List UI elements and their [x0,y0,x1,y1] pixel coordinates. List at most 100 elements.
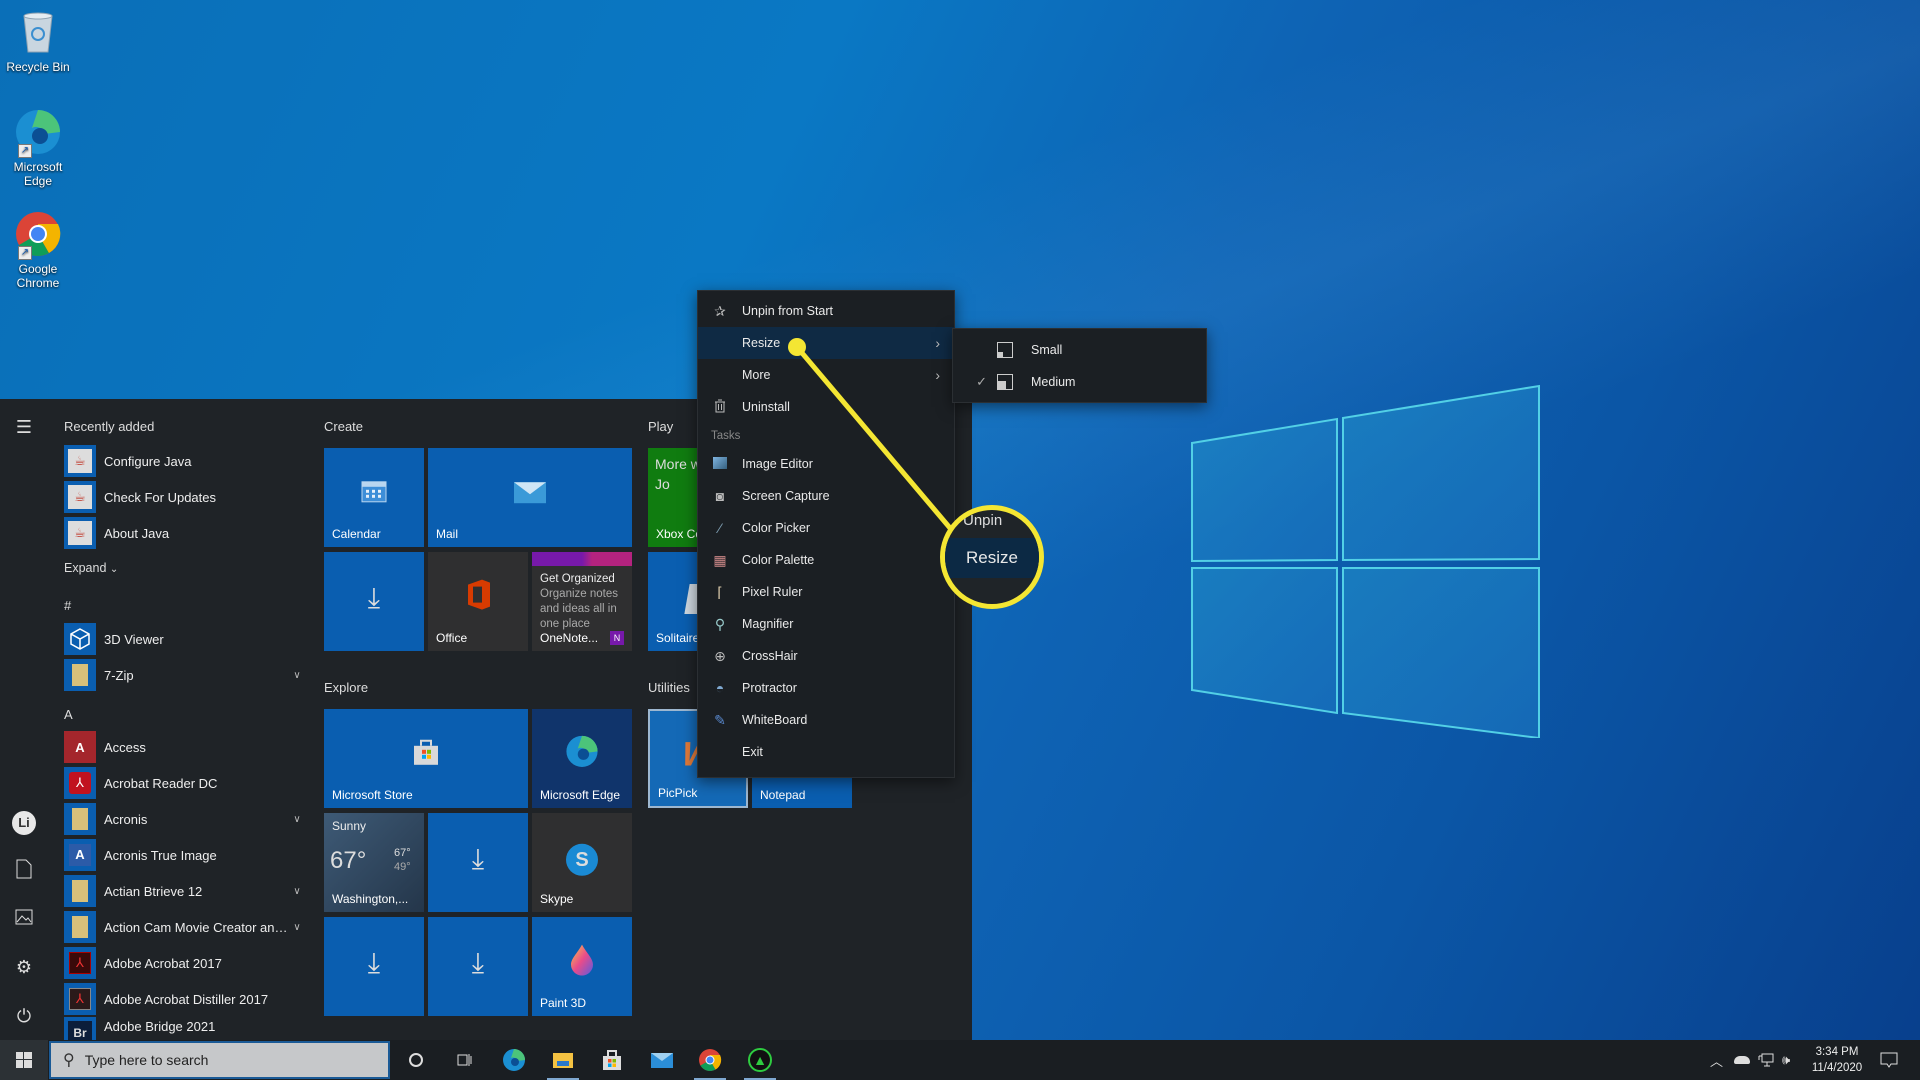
menu-item-image-editor[interactable]: Image Editor [698,448,954,480]
menu-item-more[interactable]: More › [698,359,954,391]
documents-icon[interactable] [12,859,36,883]
menu-item-color-palette[interactable]: ▦ Color Palette [698,544,954,576]
pictures-icon[interactable] [12,907,36,931]
volume-icon[interactable]: 🕪 [1782,1040,1790,1080]
shortcut-arrow-icon: ↗ [18,246,32,260]
menu-item-resize[interactable]: Resize › [698,327,954,359]
show-hidden-icons-chevron[interactable]: ︿ [1710,1040,1723,1080]
tile-size-medium-icon [997,374,1013,390]
app-list[interactable]: Recently added ☕ Configure Java ☕ Check Fo… [64,399,304,1040]
taskbar-store-icon[interactable] [592,1040,632,1080]
windows-logo-pane [1191,567,1338,715]
windows-logo-pane [1342,384,1540,562]
app-acrobat-reader-dc[interactable]: ⅄ Acrobat Reader DC [64,765,304,801]
taskbar-search-box[interactable]: ⚲ Type here to search [49,1041,390,1079]
chevron-down-icon[interactable]: ∨ [290,886,304,897]
acrobat-icon: ⅄ [64,947,96,979]
recycle-bin-icon [14,8,62,56]
chevron-down-icon[interactable]: ∨ [290,670,304,681]
desktop-icon-google-chrome[interactable]: ↗ Google Chrome [0,210,76,290]
submenu-item-small[interactable]: Small [953,334,1206,366]
app-adobe-acrobat-2017[interactable]: ⅄ Adobe Acrobat 2017 [64,945,304,981]
action-center-icon[interactable] [1880,1040,1898,1080]
taskbar: ⚲ Type here to search ▲ ︿ 🕪 3:34 PM 11/4… [0,1040,1920,1080]
menu-item-unpin-from-start[interactable]: ✰ Unpin from Start [698,295,954,327]
submenu-item-medium[interactable]: ✓ Medium [953,366,1206,398]
app-adobe-bridge-2021[interactable]: Br Adobe Bridge 2021 [64,1017,304,1040]
group-title-play[interactable]: Play [648,419,673,434]
chevron-down-icon[interactable]: ∨ [290,922,304,933]
taskbar-mail-icon[interactable] [642,1040,682,1080]
app-configure-java[interactable]: ☕ Configure Java [64,443,304,479]
app-acronis-true-image[interactable]: A Acronis True Image [64,837,304,873]
app-adobe-acrobat-distiller-2017[interactable]: ⅄ Adobe Acrobat Distiller 2017 [64,981,304,1017]
menu-item-screen-capture[interactable]: ◙ Screen Capture [698,480,954,512]
windows-start-icon [16,1052,32,1068]
resize-submenu: Small ✓ Medium [952,328,1207,403]
desktop-icon-recycle-bin[interactable]: Recycle Bin [0,8,76,74]
tile-download-placeholder[interactable]: ⤓ [324,552,424,651]
tile-context-menu: ✰ Unpin from Start Resize › More › Uninstal… [697,290,955,778]
store-icon [411,736,441,773]
java-icon: ☕ [64,481,96,513]
app-actian-btrieve-12[interactable]: Actian Btrieve 12 ∨ [64,873,304,909]
tasks-heading: Tasks [711,430,741,442]
java-icon: ☕ [64,445,96,477]
tile-download-placeholder[interactable]: ⤓ [324,917,424,1016]
task-view-icon[interactable] [444,1040,484,1080]
network-icon[interactable] [1758,1040,1774,1080]
app-3d-viewer[interactable]: 3D Viewer [64,621,304,657]
tile-microsoft-store[interactable]: Microsoft Store [324,709,528,808]
menu-item-magnifier[interactable]: ⚲ Magnifier [698,608,954,640]
office-icon [464,578,492,617]
app-7-zip[interactable]: 7-Zip ∨ [64,657,304,693]
settings-icon[interactable]: ⚙ [12,955,36,979]
tile-weather[interactable]: Sunny 67° 67° 49° Washington,... [324,813,424,912]
tile-download-placeholder[interactable]: ⤓ [428,917,528,1016]
power-icon[interactable]: ⏻ [12,1004,36,1028]
group-title-explore[interactable]: Explore [324,680,368,695]
taskbar-clock[interactable]: 3:34 PM 11/4/2020 [1810,1044,1864,1076]
group-title-create[interactable]: Create [324,419,363,434]
file-explorer-icon[interactable] [543,1040,583,1080]
desktop-icon-microsoft-edge[interactable]: ↗ Microsoft Edge [0,108,76,188]
green-app-icon[interactable]: ▲ [740,1040,780,1080]
menu-item-exit[interactable]: Exit [698,736,954,768]
menu-item-crosshair[interactable]: ⊕ CrossHair [698,640,954,672]
tile-download-placeholder[interactable]: ⤓ [428,813,528,912]
tile-onenote[interactable]: Get Organized Organize notes and ideas a… [532,552,632,651]
app-check-for-updates[interactable]: ☕ Check For Updates [64,479,304,515]
tile-mail[interactable]: Mail [428,448,632,547]
windows-logo-pane [1342,567,1540,738]
menu-item-protractor[interactable]: ◓ Protractor [698,672,954,704]
expand-button[interactable]: Expand ⌄ [64,561,118,575]
onedrive-icon[interactable] [1734,1040,1750,1080]
menu-item-color-picker[interactable]: ⁄ Color Picker [698,512,954,544]
app-about-java[interactable]: ☕ About Java [64,515,304,551]
app-access[interactable]: A Access [64,729,304,765]
tile-skype[interactable]: S Skype [532,813,632,912]
menu-item-whiteboard[interactable]: ✎ WhiteBoard [698,704,954,736]
tile-calendar[interactable]: Calendar [324,448,424,547]
menu-item-pixel-ruler[interactable]: ⌈ Pixel Ruler [698,576,954,608]
section-letter-a[interactable]: A [64,707,73,722]
taskbar-chrome-icon[interactable] [690,1040,730,1080]
menu-item-uninstall[interactable]: Uninstall [698,391,954,423]
app-acronis[interactable]: Acronis ∨ [64,801,304,837]
tile-office[interactable]: Office [428,552,528,651]
hamburger-menu-icon[interactable]: ☰ [12,415,36,439]
cortana-icon[interactable] [396,1040,436,1080]
user-avatar-icon[interactable]: Li [12,811,36,835]
recently-added-heading: Recently added [64,419,155,434]
start-button[interactable] [0,1040,48,1080]
group-title-utilities[interactable]: Utilities [648,680,690,695]
tile-microsoft-edge[interactable]: Microsoft Edge [532,709,632,808]
skype-icon: S [566,843,598,876]
taskbar-edge-icon[interactable] [494,1040,534,1080]
chevron-down-icon[interactable]: ∨ [290,814,304,825]
section-letter-hash[interactable]: # [64,598,71,613]
magnifier-icon: ⚲ [714,615,726,632]
tile-paint-3d[interactable]: Paint 3D [532,917,632,1016]
windows-logo-pane [1191,417,1338,563]
app-action-cam-movie-creator[interactable]: Action Cam Movie Creator and P... ∨ [64,909,304,945]
